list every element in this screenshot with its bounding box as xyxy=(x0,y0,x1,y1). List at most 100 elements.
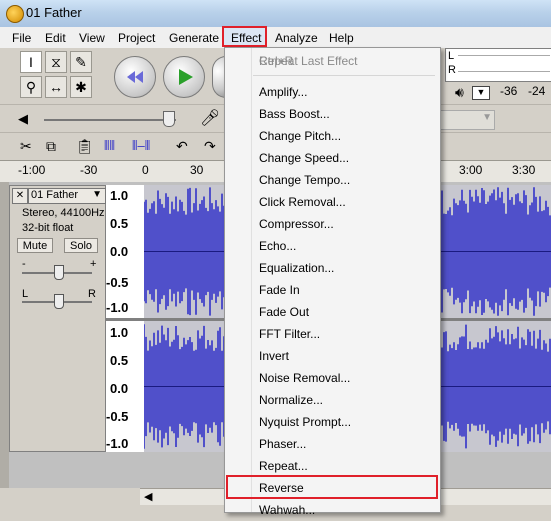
gain-minus-label: - xyxy=(22,258,26,270)
scale-label: 0.5 xyxy=(110,353,129,368)
ruler-tick: -30 xyxy=(80,163,98,177)
meter-db-label-1: -36 xyxy=(500,84,518,98)
menu-item-wahwah[interactable]: Wahwah... xyxy=(225,499,438,521)
menu-item-label: Normalize... xyxy=(259,393,324,407)
menu-help[interactable]: Help xyxy=(329,31,354,45)
menu-generate[interactable]: Generate xyxy=(169,31,219,45)
scale-label: -1.0 xyxy=(106,436,129,451)
menu-item-repeat[interactable]: Repeat... xyxy=(225,455,438,477)
silence-icon[interactable]: ⫴–⫴ xyxy=(132,138,150,154)
menu-item-echo[interactable]: Echo... xyxy=(225,235,438,257)
track-bitdepth: 32-bit float xyxy=(22,222,74,234)
menu-analyze[interactable]: Analyze xyxy=(275,31,318,45)
menu-item-noise-removal[interactable]: Noise Removal... xyxy=(225,367,438,389)
menu-file[interactable]: File xyxy=(12,31,31,45)
multi-tool-icon[interactable]: ✱ xyxy=(70,76,92,98)
mute-button[interactable]: Mute xyxy=(17,238,53,253)
menu-item-label: Compressor... xyxy=(259,217,334,231)
selection-tool-icon[interactable]: I xyxy=(20,51,42,73)
timeshift-tool-icon[interactable]: ↔ xyxy=(45,76,67,98)
track-control-panel: ✕ 01 Father ▼ Stereo, 44100Hz 32-bit flo… xyxy=(9,185,106,452)
undo-icon[interactable]: ↶ xyxy=(176,138,188,155)
menu-item-change-pitch[interactable]: Change Pitch... xyxy=(225,125,438,147)
scale-label: -0.5 xyxy=(106,409,129,424)
cut-icon[interactable]: ✂ xyxy=(20,138,32,155)
pan-slider-thumb[interactable] xyxy=(54,294,64,309)
reverse-highlight-box xyxy=(226,475,438,499)
menu-item-label: Change Tempo... xyxy=(259,173,351,187)
speaker-volume-icon: ◀ xyxy=(18,111,28,126)
meter-dropdown-icon[interactable]: ▼ xyxy=(472,86,490,100)
menu-item-click-removal[interactable]: Click Removal... xyxy=(225,191,438,213)
menu-item-equalization[interactable]: Equalization... xyxy=(225,257,438,279)
menu-item-compressor[interactable]: Compressor... xyxy=(225,213,438,235)
gain-slider-thumb[interactable] xyxy=(54,265,64,280)
menu-item-fade-out[interactable]: Fade Out xyxy=(225,301,438,323)
pan-left-label: L xyxy=(22,288,29,300)
menu-bar: File Edit View Project Generate Analyze … xyxy=(0,27,551,49)
menu-item-shortcut: Ctrl+R xyxy=(259,54,294,68)
menu-effect[interactable]: Effect xyxy=(222,26,267,47)
meter-db-label-2: -24 xyxy=(528,84,546,98)
menu-item-normalize[interactable]: Normalize... xyxy=(225,389,438,411)
menu-item-change-speed[interactable]: Change Speed... xyxy=(225,147,438,169)
ruler-tick: 0 xyxy=(142,163,149,177)
ruler-tick: -1:00 xyxy=(18,163,46,177)
menu-item-label: Amplify... xyxy=(259,85,308,99)
ruler-tick: 30 xyxy=(190,163,204,177)
copy-icon[interactable]: ⧉ xyxy=(46,138,56,155)
menu-item-label: Echo... xyxy=(259,239,297,253)
menu-separator xyxy=(253,75,435,76)
play-icon[interactable] xyxy=(163,56,205,98)
menu-view[interactable]: View xyxy=(79,31,105,45)
menu-item-invert[interactable]: Invert xyxy=(225,345,438,367)
menu-item-label: Nyquist Prompt... xyxy=(259,415,352,429)
level-meter: L R xyxy=(445,48,551,82)
menu-item-label: Equalization... xyxy=(259,261,335,275)
title-bar: 01 Father xyxy=(0,0,551,27)
menu-item-label: Repeat... xyxy=(259,459,308,473)
menu-item-label: Wahwah... xyxy=(259,503,316,517)
speaker-icon[interactable]: 🔊︎ xyxy=(455,84,464,101)
zoom-tool-icon[interactable]: ⚲ xyxy=(20,76,42,98)
menu-item-label: Change Speed... xyxy=(259,151,350,165)
scroll-left-icon[interactable]: ◀ xyxy=(144,490,152,503)
redo-icon[interactable]: ↷ xyxy=(204,138,216,155)
output-volume-slider-thumb[interactable] xyxy=(163,111,175,127)
trim-icon[interactable]: ⫴⫴ xyxy=(104,138,115,154)
menu-edit[interactable]: Edit xyxy=(45,31,66,45)
solo-button[interactable]: Solo xyxy=(64,238,98,253)
draw-tool-icon[interactable]: ✎ xyxy=(70,51,92,73)
chevron-down-icon: ▼ xyxy=(92,189,102,200)
gain-plus-label: + xyxy=(90,258,97,270)
menu-project[interactable]: Project xyxy=(118,31,155,45)
envelope-tool-icon[interactable]: ⧖ xyxy=(45,51,67,73)
scale-label: 0.5 xyxy=(110,216,129,231)
scale-label: 0.0 xyxy=(110,381,129,396)
menu-item-label: FFT Filter... xyxy=(259,327,321,341)
scale-label: 1.0 xyxy=(110,188,129,203)
audacity-app-icon xyxy=(6,5,24,23)
menu-item-phaser[interactable]: Phaser... xyxy=(225,433,438,455)
menu-item-label: Invert xyxy=(259,349,290,363)
paste-icon[interactable]: 📋︎ xyxy=(76,138,94,155)
menu-item-nyquist-prompt[interactable]: Nyquist Prompt... xyxy=(225,411,438,433)
menu-item-label: Phaser... xyxy=(259,437,307,451)
menu-item-bass-boost[interactable]: Bass Boost... xyxy=(225,103,438,125)
ruler-tick: 3:00 xyxy=(459,163,483,177)
input-source-select[interactable]: ▼ xyxy=(437,110,495,130)
meter-left-label: L xyxy=(448,50,455,62)
menu-item-amplify[interactable]: Amplify... xyxy=(225,81,438,103)
scale-label: -0.5 xyxy=(106,275,129,290)
skip-start-icon[interactable] xyxy=(114,56,156,98)
scale-label: 0.0 xyxy=(110,244,129,259)
menu-item-change-tempo[interactable]: Change Tempo... xyxy=(225,169,438,191)
menu-item-fft-filter[interactable]: FFT Filter... xyxy=(225,323,438,345)
menu-item-repeat-last-effect: Repeat Last Effect Ctrl+R xyxy=(225,50,438,72)
output-volume-slider-track[interactable] xyxy=(44,119,176,121)
microphone-icon: 🎤︎ xyxy=(200,110,221,127)
track-name-menu[interactable]: 01 Father ▼ xyxy=(28,188,106,204)
track-close-icon[interactable]: ✕ xyxy=(12,188,28,204)
menu-item-label: Change Pitch... xyxy=(259,129,342,143)
menu-item-fade-in[interactable]: Fade In xyxy=(225,279,438,301)
